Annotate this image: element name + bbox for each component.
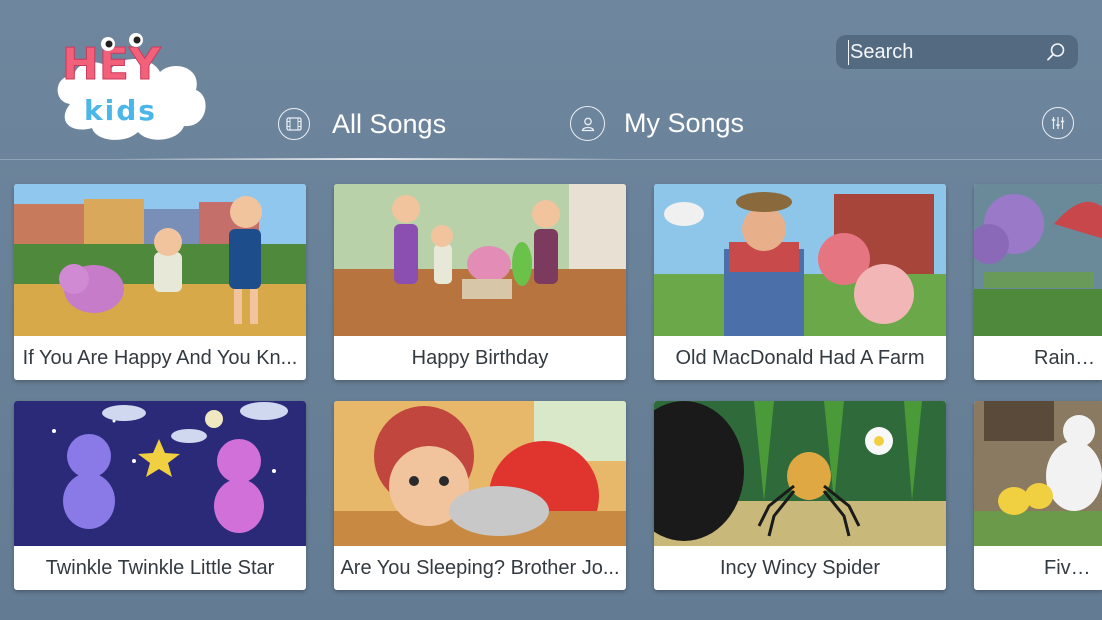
song-title: Twinkle Twinkle Little Star [45,557,275,579]
song-title: Rain Ra [1034,347,1102,369]
song-card[interactable]: Five Li [974,401,1102,590]
song-thumbnail [974,401,1102,546]
song-thumbnail [654,401,946,546]
song-thumbnail [974,184,1102,336]
song-card[interactable]: Twinkle Twinkle Little Star [14,401,306,590]
tab-my-songs-label: My Songs [624,108,745,138]
song-card[interactable]: If You Are Happy And You Kn... [14,184,306,380]
user-icon [570,106,605,141]
song-card[interactable]: Incy Wincy Spider [654,401,946,590]
hey-kids-logo: HEY kids [57,33,206,140]
song-thumbnail [654,184,946,336]
song-card[interactable]: Rain Ra [974,184,1102,380]
song-thumbnail [14,401,306,546]
song-card[interactable]: Old MacDonald Had A Farm [654,184,946,380]
sliders-icon[interactable] [1042,107,1074,139]
song-thumbnail [334,401,626,546]
song-title: Five Li [1044,557,1102,579]
song-thumbnail [14,184,306,336]
song-title: Are You Sleeping? Brother Jo... [340,557,620,579]
song-title: Happy Birthday [411,347,549,369]
search-input[interactable] [848,39,1042,65]
song-title: Old MacDonald Had A Farm [675,347,925,369]
song-title: If You Are Happy And You Kn... [22,347,298,369]
search-icon[interactable] [1046,42,1066,62]
tab-all-songs[interactable]: All Songs [278,108,446,140]
tab-all-songs-label: All Songs [332,108,447,139]
song-card[interactable]: Are You Sleeping? Brother Jo... [334,401,626,590]
logo-kids-text: kids [84,94,157,127]
tab-my-songs[interactable]: My Songs [570,106,744,141]
song-title: Incy Wincy Spider [719,557,881,579]
search-bar[interactable] [836,35,1078,69]
song-card[interactable]: Happy Birthday [334,184,626,380]
song-thumbnail [334,184,626,336]
film-icon [278,108,310,140]
active-tab-indicator [120,158,620,160]
